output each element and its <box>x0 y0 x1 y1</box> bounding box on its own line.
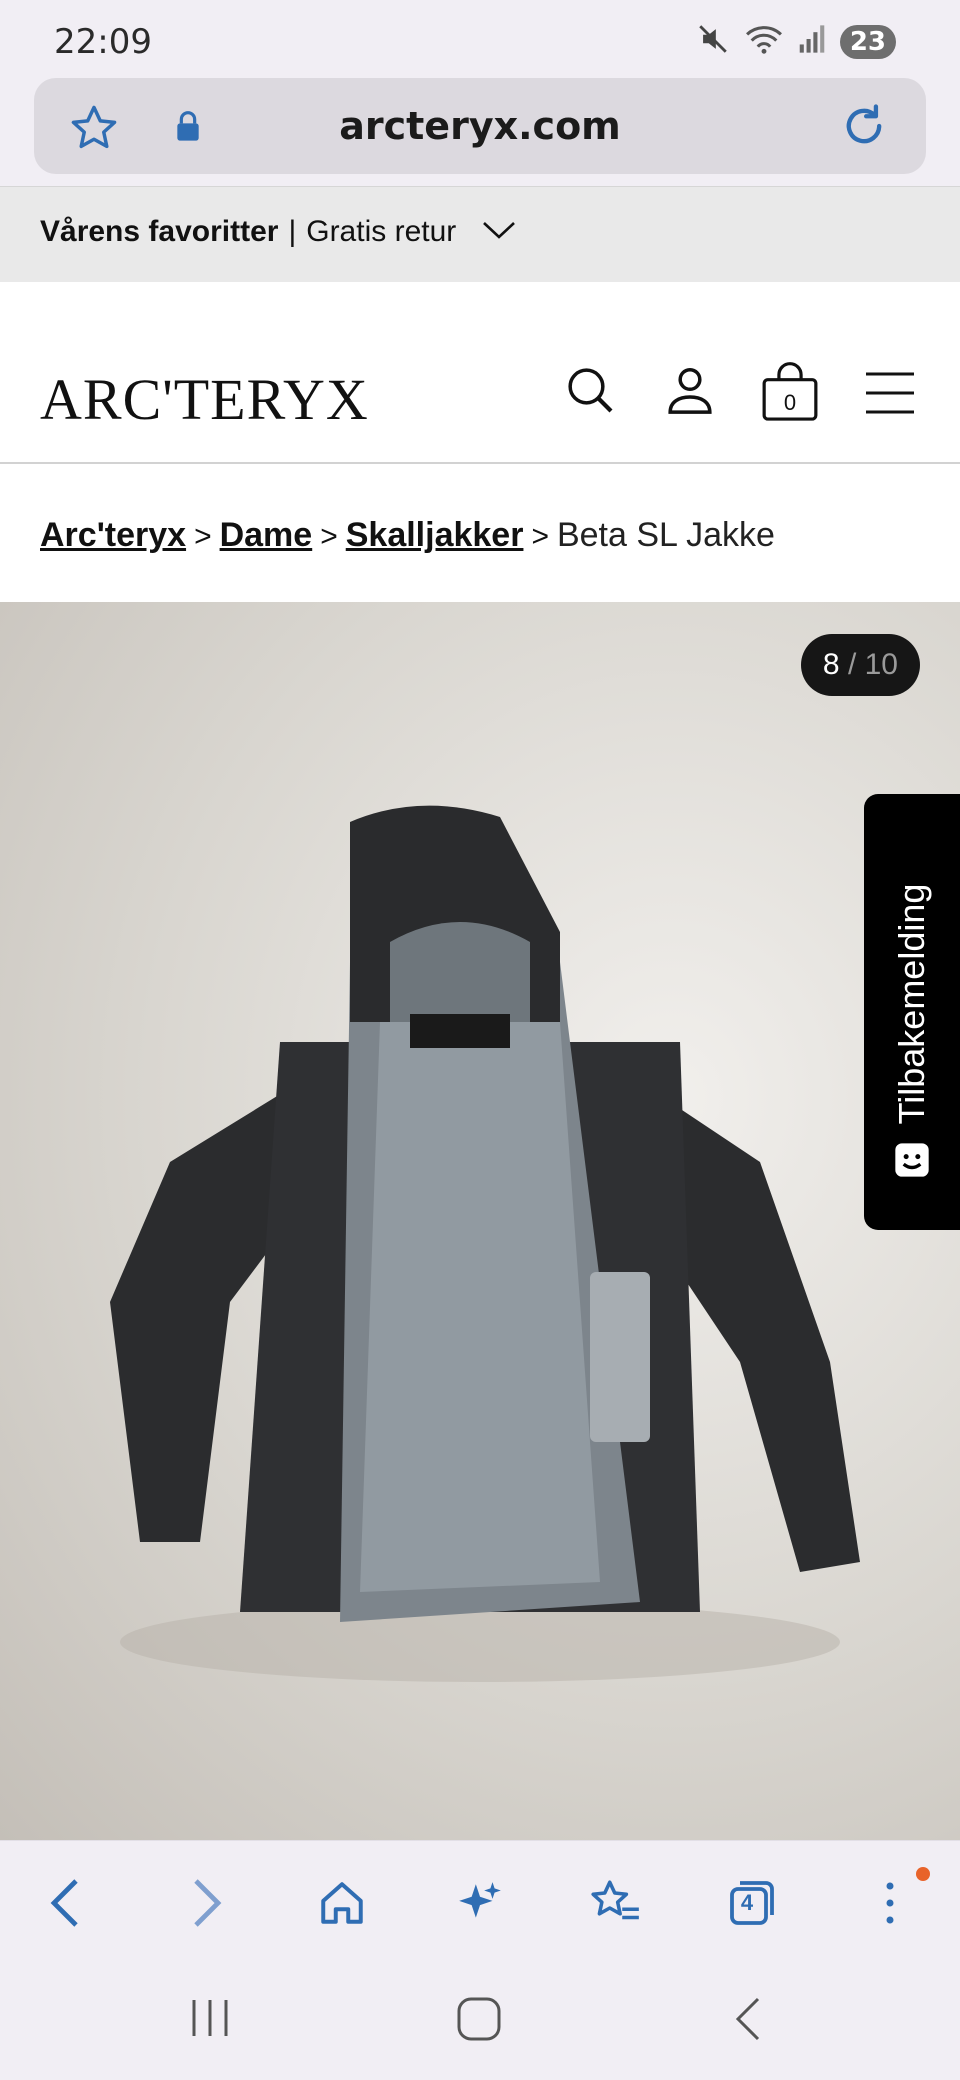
signal-icon <box>798 24 826 59</box>
promo-title: Vårens favoritter <box>40 215 279 248</box>
more-options-icon[interactable] <box>858 1871 922 1935</box>
battery-indicator: 23 <box>839 24 896 59</box>
search-icon[interactable] <box>562 362 618 423</box>
system-navigation-bar <box>0 1960 960 2080</box>
feedback-label: Tilbakemelding <box>891 883 932 1125</box>
address-bar[interactable]: arcteryx.com <box>34 78 926 174</box>
cart-icon[interactable]: 0 <box>758 360 822 424</box>
jacket-illustration <box>110 805 860 1682</box>
gallery-counter: 8 / 10 <box>800 634 920 696</box>
bookmarks-icon[interactable] <box>584 1871 648 1935</box>
gallery-current: 8 <box>822 648 840 681</box>
promo-banner[interactable]: Vårens favoritter | Gratis retur <box>0 186 960 282</box>
sparkle-icon[interactable] <box>448 1871 512 1935</box>
breadcrumb-current: Beta SL Jakke <box>556 516 775 554</box>
system-back-icon[interactable] <box>732 1996 762 2047</box>
browser-bottom-nav: 4 <box>0 1840 960 1960</box>
tabs-icon[interactable]: 4 <box>720 1871 784 1935</box>
back-icon[interactable] <box>34 1871 98 1935</box>
breadcrumb-link-women[interactable]: Dame <box>220 516 313 555</box>
promo-text: Gratis retur <box>306 215 457 248</box>
url-text[interactable]: arcteryx.com <box>34 104 926 148</box>
wifi-icon <box>744 22 784 61</box>
cart-count: 0 <box>783 390 797 415</box>
home-button-icon[interactable] <box>456 1996 502 2047</box>
brand-logo[interactable]: ARC'TERYX <box>40 366 369 433</box>
home-icon[interactable] <box>310 1871 374 1935</box>
account-icon[interactable] <box>662 362 718 423</box>
tabs-count: 4 <box>740 1890 754 1915</box>
chevron-down-icon[interactable] <box>482 215 516 249</box>
status-bar: 22:09 23 <box>0 0 960 78</box>
smiley-icon <box>892 1140 932 1185</box>
status-time: 22:09 <box>54 22 152 62</box>
breadcrumb: Arc'teryx > Dame > Skalljakker > Beta SL… <box>0 464 960 602</box>
menu-icon[interactable] <box>864 370 916 421</box>
gallery-separator: / <box>847 648 857 681</box>
product-image[interactable] <box>0 602 960 1840</box>
mute-icon <box>696 22 730 61</box>
breadcrumb-separator: > <box>320 520 338 553</box>
breadcrumb-separator: > <box>194 520 212 553</box>
breadcrumb-link-home[interactable]: Arc'teryx <box>40 516 186 555</box>
recent-apps-icon[interactable] <box>190 1996 230 2045</box>
status-icons: 23 <box>696 22 896 61</box>
breadcrumb-separator: > <box>531 520 549 553</box>
breadcrumb-link-shell-jackets[interactable]: Skalljakker <box>346 516 524 555</box>
feedback-tab[interactable]: Tilbakemelding <box>864 794 960 1230</box>
reload-icon[interactable] <box>838 100 890 157</box>
promo-separator: | <box>288 215 297 248</box>
notification-dot <box>916 1867 930 1881</box>
forward-icon[interactable] <box>174 1871 238 1935</box>
gallery-total: 10 <box>864 648 898 681</box>
site-header: ARC'TERYX 0 <box>0 282 960 464</box>
